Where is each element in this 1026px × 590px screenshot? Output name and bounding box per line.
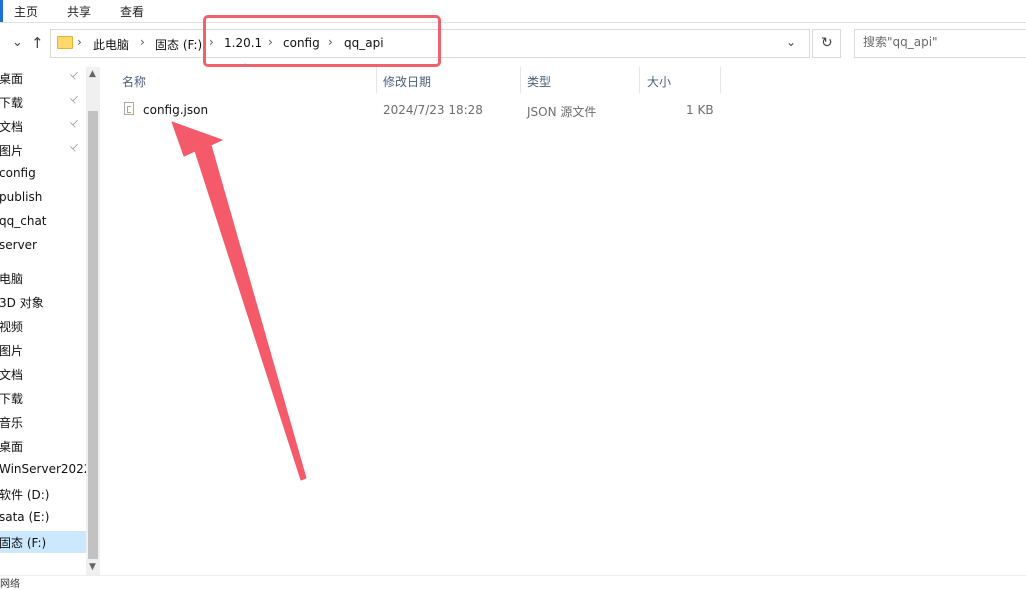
sidebar-item-label: 文档 xyxy=(0,368,24,382)
sidebar-item-label: server xyxy=(0,238,37,252)
sidebar-item-label: publish xyxy=(0,190,43,204)
sidebar-item[interactable]: publish xyxy=(0,187,86,209)
sidebar-item[interactable]: 视频 xyxy=(0,315,86,337)
breadcrumb-drive-f[interactable]: 固态 (F:) xyxy=(155,36,202,53)
sidebar-item[interactable]: qq_chat xyxy=(0,211,86,233)
status-strip: 网络 xyxy=(0,575,1026,590)
folder-icon xyxy=(57,36,73,49)
sidebar-item-label: 视频 xyxy=(0,320,24,334)
column-header-type[interactable]: 类型 xyxy=(521,67,639,93)
tab-home[interactable]: 主页 xyxy=(14,3,38,20)
sidebar-item[interactable]: server xyxy=(0,235,86,257)
column-header-modified-label: 修改日期 xyxy=(383,75,432,89)
breadcrumb-separator[interactable]: › xyxy=(77,35,82,49)
network-nav-label[interactable]: 网络 xyxy=(0,575,20,590)
up-button[interactable]: ↑ xyxy=(31,34,44,52)
file-name[interactable]: config.json xyxy=(143,103,208,117)
recent-locations-dropdown[interactable]: ⌄ xyxy=(12,35,23,50)
sidebar-item[interactable]: 文档 ⊥ xyxy=(0,115,86,137)
sidebar-item-label: 图片 xyxy=(0,344,24,358)
column-header-modified[interactable]: 修改日期 xyxy=(377,67,520,93)
sidebar-item[interactable]: 电脑 xyxy=(0,267,86,289)
sidebar-item[interactable]: WinServer2022 xyxy=(0,459,86,481)
sidebar-item[interactable]: 图片 xyxy=(0,339,86,361)
pin-icon[interactable]: ⊥ xyxy=(67,117,81,131)
sidebar-item-label: 音乐 xyxy=(0,416,24,430)
search-box[interactable] xyxy=(854,29,1026,58)
column-header-type-label: 类型 xyxy=(527,75,552,89)
column-header-name-label: 名称 xyxy=(122,75,147,89)
scroll-up-icon[interactable]: ▲ xyxy=(89,69,96,79)
column-header-size[interactable]: 大小 xyxy=(640,67,720,93)
sidebar-item[interactable]: 音乐 xyxy=(0,411,86,433)
sidebar-item[interactable]: 固态 (F:) xyxy=(0,531,86,553)
sidebar-item-label: 软件 (D:) xyxy=(0,488,50,502)
scroll-down-icon[interactable]: ▼ xyxy=(89,562,96,572)
column-header-name[interactable]: 名称 xyxy=(113,67,376,93)
file-row[interactable]: config.json 2024/7/23 18:28 JSON 源文件 1 K… xyxy=(113,98,733,122)
sidebar-item-label: 文档 xyxy=(0,120,24,134)
sidebar-item-label: 3D 对象 xyxy=(0,296,44,310)
sidebar-item[interactable]: 桌面 xyxy=(0,435,86,457)
sidebar-item-label: 下载 xyxy=(0,96,24,110)
sidebar-item[interactable]: 下载 xyxy=(0,387,86,409)
column-header-size-label: 大小 xyxy=(647,75,672,89)
sidebar-item[interactable]: 桌面 ⊥ xyxy=(0,67,86,89)
file-tab-edge[interactable] xyxy=(0,0,3,22)
navigation-pane: 桌面 ⊥ 下载 ⊥ 文档 ⊥ 图片 ⊥ config publish qq_chatserver 电脑… xyxy=(0,67,86,575)
sidebar-item-label: 下载 xyxy=(0,392,24,406)
refresh-button[interactable]: ↻ xyxy=(812,29,841,58)
nav-scrollbar[interactable]: ▲ ▼ xyxy=(86,67,100,575)
sidebar-item[interactable]: config xyxy=(0,163,86,185)
tab-share[interactable]: 共享 xyxy=(67,3,91,20)
sidebar-item-label: 电脑 xyxy=(0,272,24,286)
annotation-arrow-shape xyxy=(171,121,307,481)
json-file-icon xyxy=(124,102,134,115)
file-type: JSON 源文件 xyxy=(527,105,597,119)
pin-icon[interactable]: ⊥ xyxy=(67,69,81,83)
sidebar-item[interactable]: 图片 ⊥ xyxy=(0,139,86,161)
sidebar-item[interactable]: 下载 ⊥ xyxy=(0,91,86,113)
sidebar-item-label: 固态 (F:) xyxy=(0,536,47,550)
ribbon: 主页 共享 查看 xyxy=(0,0,1026,23)
sidebar-item-label: qq_chat xyxy=(0,214,47,228)
sidebar-item-label: 桌面 xyxy=(0,440,24,454)
sidebar-item[interactable]: 3D 对象 xyxy=(0,291,86,313)
annotation-highlight-box xyxy=(203,15,441,67)
address-history-dropdown[interactable]: ⌄ xyxy=(786,35,796,49)
column-divider[interactable] xyxy=(720,67,721,93)
breadcrumb-separator[interactable]: › xyxy=(140,35,145,49)
sidebar-item-label: config xyxy=(0,166,36,180)
refresh-icon: ↻ xyxy=(821,35,833,51)
scroll-thumb[interactable] xyxy=(88,111,98,559)
sidebar-item[interactable]: 软件 (D:) xyxy=(0,483,86,505)
breadcrumb-this-pc[interactable]: 此电脑 xyxy=(93,36,129,53)
sidebar-item-label: 桌面 xyxy=(0,72,24,86)
sidebar-item-label: sata (E:) xyxy=(0,510,50,524)
sidebar-item[interactable]: sata (E:) xyxy=(0,507,86,529)
file-modified: 2024/7/23 18:28 xyxy=(383,103,483,117)
pin-icon[interactable]: ⊥ xyxy=(67,141,81,155)
sidebar-item-label: WinServer2022 xyxy=(0,462,86,476)
pin-icon[interactable]: ⊥ xyxy=(67,93,81,107)
sidebar-item[interactable]: 文档 xyxy=(0,363,86,385)
file-size: 1 KB xyxy=(686,103,714,117)
sidebar-item-label: 图片 xyxy=(0,144,24,158)
search-input[interactable] xyxy=(863,35,1013,49)
tab-view[interactable]: 查看 xyxy=(120,3,144,20)
